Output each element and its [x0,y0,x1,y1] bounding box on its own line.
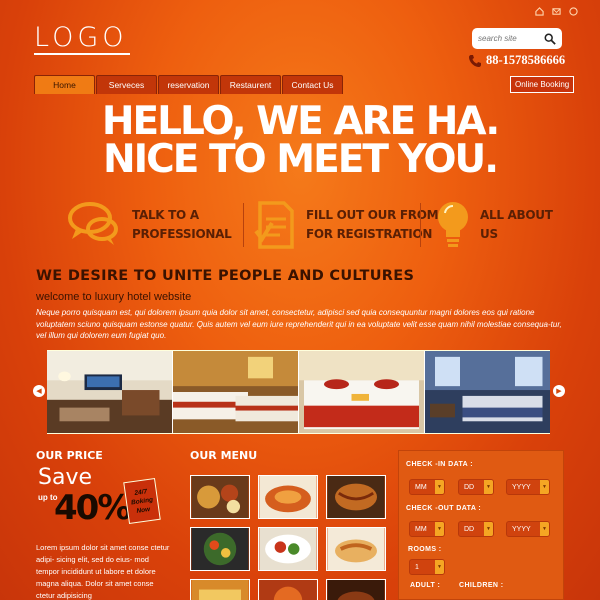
phone-number: 88-1578586666 [486,53,566,67]
checkout-day-value: DD [464,525,475,533]
price-body: Lorem ipsum dolor sit amet conse ctetur … [36,543,170,600]
form-icon [254,201,294,249]
gallery-photo-lounge[interactable] [47,351,173,433]
feature-divider [243,203,244,247]
discount-percent: 40% [54,488,131,528]
feature-about[interactable]: ALL ABOUT US [434,199,553,251]
children-label: CHILDREN : [459,582,504,589]
gallery-photo-twin-room[interactable] [173,351,299,433]
checkin-month-value: MM [415,483,427,491]
checkout-day-select[interactable]: DD ▼ [458,521,494,537]
gallery-next-arrow[interactable]: ▶ [553,385,565,397]
chevron-down-icon: ▼ [435,560,444,574]
feature-divider [420,203,421,247]
search-input[interactable] [478,34,538,43]
menu-dish[interactable] [190,527,250,571]
feature-form-line1: FILL OUT OUR FROM [306,208,439,222]
checkin-label: CHECK -IN DATA : [406,461,473,468]
rooms-value: 1 [415,563,419,571]
price-title: OUR PRICE [36,449,103,462]
home-icon[interactable] [535,7,544,16]
phone-icon [469,54,481,67]
chevron-down-icon: ▼ [484,480,493,494]
hero-heading: HELLO, WE ARE HA. NICE TO MEET YOU. [0,100,600,180]
top-icons [535,7,578,16]
main-nav: Home Serveces reservation Restaurent Con… [34,75,343,94]
logo-underline [34,53,130,55]
hero-line-1: HELLO, WE ARE HA. [101,99,500,144]
feature-talk-line1: TALK TO A [132,208,199,222]
nav-home[interactable]: Home [34,75,95,94]
chevron-down-icon: ▼ [484,522,493,536]
hero-line-2: NICE TO MEET YOU. [102,137,499,182]
gallery-photo-suite[interactable] [425,351,550,433]
feature-talk[interactable]: TALK TO A PROFESSIONAL [66,199,232,251]
booking-tag[interactable]: 24/7 Boking Now [123,477,161,525]
online-booking-button[interactable]: Online Booking [510,76,575,93]
nav-reservation[interactable]: reservation [158,75,219,94]
feature-about-line1: ALL ABOUT [480,208,553,222]
rooms-label: ROOMS : [408,546,442,553]
gallery-photo-red-bed[interactable] [299,351,425,433]
phone-contact: 88-1578586666 [468,53,565,68]
chevron-down-icon: ▼ [540,480,549,494]
intro-subtitle: welcome to luxury hotel website [36,291,192,303]
menu-dish[interactable] [258,527,318,571]
feature-form[interactable]: FILL OUT OUR FROM FOR REGISTRATION [254,199,439,251]
menu-dish[interactable] [258,475,318,519]
hotel-gallery [47,350,550,434]
checkout-month-select[interactable]: MM ▼ [409,521,445,537]
feature-form-line2: FOR REGISTRATION [306,227,433,241]
checkout-month-value: MM [415,525,427,533]
menu-dish[interactable] [326,527,386,571]
checkin-day-value: DD [464,483,475,491]
nav-contact[interactable]: Contact Us [282,75,343,94]
checkout-year-value: YYYY [512,525,531,533]
feature-about-line2: US [480,227,498,241]
menu-grid [190,475,386,600]
checkin-year-select[interactable]: YYYY ▼ [506,479,550,495]
mail-icon[interactable] [552,7,561,16]
checkout-label: CHECK -OUT DATA : [406,505,482,512]
intro-body: Neque porro quisquam est, qui dolorem ip… [36,308,562,340]
checkin-day-select[interactable]: DD ▼ [458,479,494,495]
chevron-down-icon: ▼ [540,522,549,536]
chat-bubbles-icon [68,202,118,245]
save-text: Save [38,465,93,490]
checkout-year-select[interactable]: YYYY ▼ [506,521,550,537]
menu-dish[interactable] [326,475,386,519]
chevron-down-icon: ▼ [435,480,444,494]
checkin-year-value: YYYY [512,483,531,491]
nav-restaurant[interactable]: Restaurent [220,75,281,94]
menu-dish[interactable] [258,579,318,600]
gallery-prev-arrow[interactable]: ◀ [33,385,45,397]
menu-dish[interactable] [190,475,250,519]
menu-title: OUR MENU [190,449,258,462]
nav-services[interactable]: Serveces [96,75,157,94]
menu-dish[interactable] [190,579,250,600]
lightbulb-icon [438,202,468,247]
adult-label: ADULT : [410,582,441,589]
checkin-month-select[interactable]: MM ▼ [409,479,445,495]
search-icon[interactable] [544,33,556,45]
menu-dish[interactable] [326,579,386,600]
intro-title: WE DESIRE TO UNITE PEOPLE AND CULTURES [36,268,415,284]
search-box[interactable] [472,28,562,49]
rooms-select[interactable]: 1 ▼ [409,559,445,575]
feature-talk-line2: PROFESSIONAL [132,227,232,241]
chevron-down-icon: ▼ [435,522,444,536]
logo[interactable]: LOGO [34,22,128,53]
booking-form: CHECK -IN DATA : MM ▼ DD ▼ YYYY ▼ CHECK -OU… [398,450,564,600]
rss-icon[interactable] [569,7,578,16]
